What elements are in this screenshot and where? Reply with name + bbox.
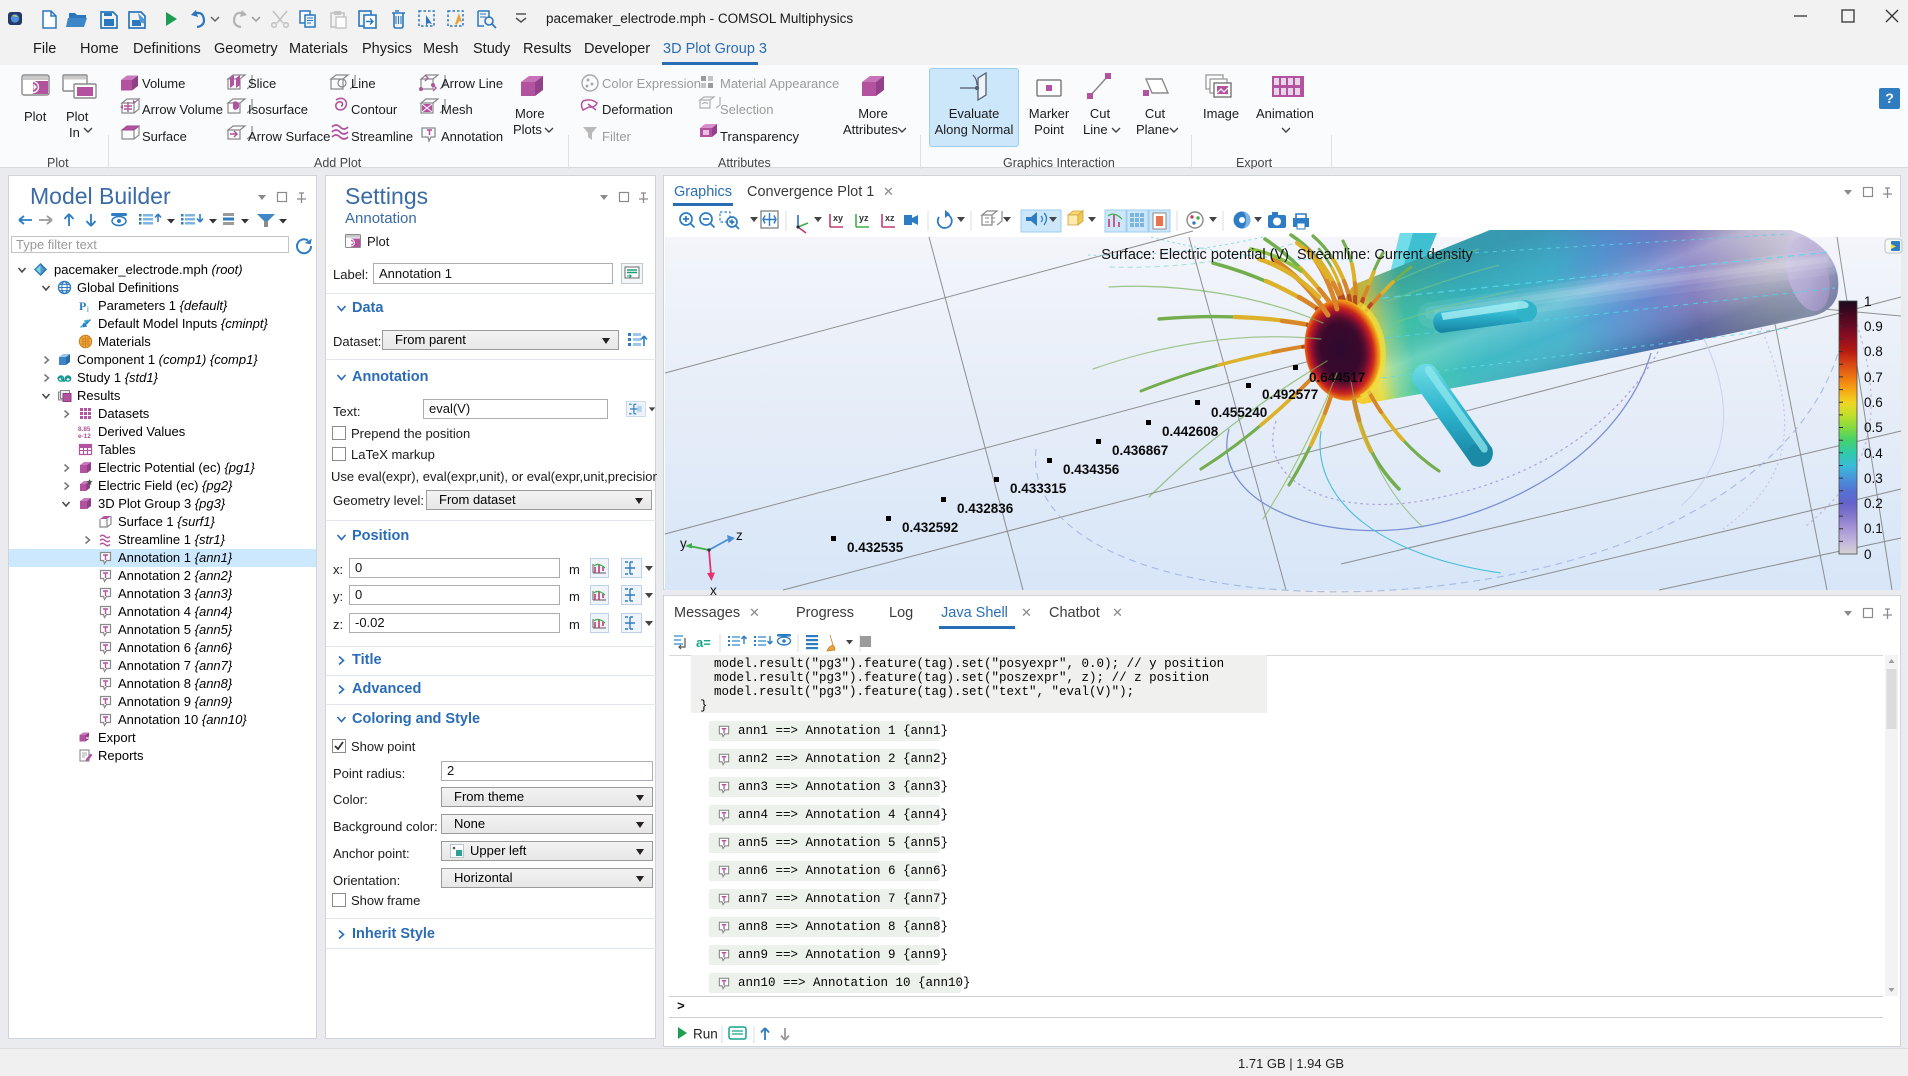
svg-text:0.4: 0.4 [1864,446,1883,461]
svg-text:0.7: 0.7 [1864,370,1883,385]
svg-text:0.432535: 0.432535 [847,540,904,555]
svg-text:P: P [79,299,86,313]
svg-text:yz: yz [859,213,869,223]
svg-text:0.432592: 0.432592 [902,520,958,535]
svg-text:8.85: 8.85 [78,426,91,433]
svg-text:Surface: Electric potential (V: Surface: Electric potential (V) Streamli… [1101,247,1473,263]
svg-text:0.8: 0.8 [1864,344,1883,359]
svg-text:z: z [736,528,743,543]
svg-text:i: i [87,305,89,314]
svg-text:0.434356: 0.434356 [1063,462,1120,477]
svg-text:0.3: 0.3 [1864,471,1883,486]
svg-text:e-12: e-12 [78,433,91,440]
svg-text:xz: xz [885,213,895,223]
svg-text:0.5: 0.5 [1864,420,1883,435]
svg-text:0.2: 0.2 [1864,496,1883,511]
svg-text:0.442608: 0.442608 [1162,424,1219,439]
svg-text:a=: a= [696,635,711,650]
svg-text:0.492577: 0.492577 [1262,387,1318,402]
svg-text:y: y [680,536,687,551]
svg-text:0.433315: 0.433315 [1010,481,1067,496]
svg-text:0: 0 [1864,547,1872,562]
svg-text:Run: Run [693,1027,718,1042]
svg-text:0.1: 0.1 [1864,521,1883,536]
svg-text:xy: xy [833,213,843,223]
svg-text:0.436867: 0.436867 [1112,443,1168,458]
svg-text:1: 1 [1864,294,1872,309]
svg-text:0.9: 0.9 [1864,319,1883,334]
svg-text:0.644517: 0.644517 [1309,370,1365,385]
svg-text:0.432836: 0.432836 [957,501,1014,516]
svg-text:0.6: 0.6 [1864,395,1883,410]
svg-text:0.455240: 0.455240 [1211,405,1267,420]
